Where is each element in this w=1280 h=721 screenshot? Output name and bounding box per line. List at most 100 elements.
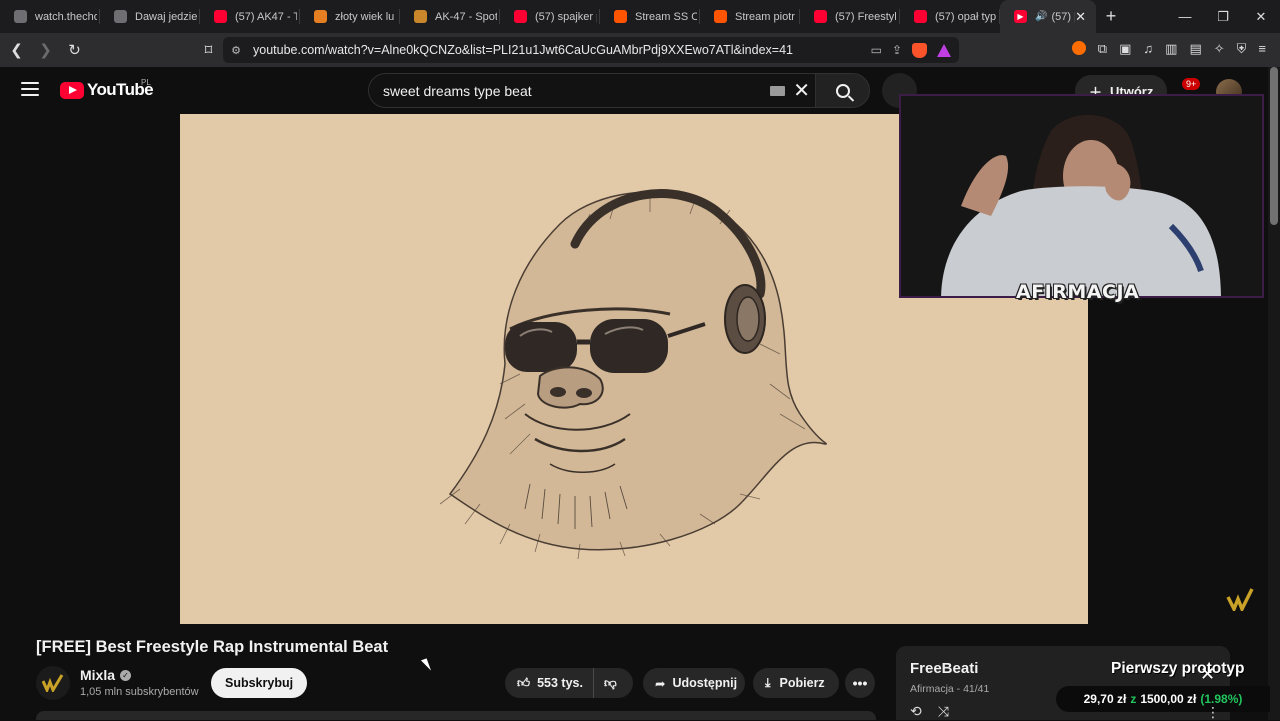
stream-goal-title: Pierwszy prototyp bbox=[1111, 660, 1245, 677]
youtube-icon bbox=[514, 10, 527, 23]
like-count: 553 tys. bbox=[537, 676, 583, 690]
donation-goal: 1500,00 zł bbox=[1140, 692, 1197, 706]
share-icon: ➦ bbox=[655, 676, 666, 691]
browser-tab-label: Stream SS Ol bbox=[635, 10, 697, 23]
media-icon[interactable]: ♫ bbox=[1143, 41, 1153, 57]
channel-watermark-icon[interactable] bbox=[1226, 587, 1254, 611]
more-icon: ••• bbox=[852, 675, 868, 691]
country-code: PL bbox=[141, 78, 151, 87]
browser-tab-label: złoty wiek lu bbox=[335, 10, 395, 23]
search-box[interactable]: sweet dreams type beat ✕ bbox=[368, 73, 816, 108]
soundcloud-icon bbox=[714, 10, 727, 23]
new-tab-button[interactable]: + bbox=[1096, 6, 1126, 27]
leo-ai-icon[interactable]: ✧ bbox=[1214, 41, 1225, 57]
address-bar[interactable]: ⚙ youtube.com/watch?v=Alne0kQCNZo&list=P… bbox=[223, 37, 959, 63]
subscribe-button[interactable]: Subskrybuj bbox=[211, 668, 308, 698]
bookmark-icon[interactable]: ⌑ bbox=[196, 41, 221, 59]
video-title: [FREE] Best Freestyle Rap Instrumental B… bbox=[36, 638, 389, 656]
site-info-icon[interactable]: ⚙ bbox=[223, 44, 249, 57]
page-scrollbar[interactable] bbox=[1268, 67, 1280, 720]
restore-icon[interactable]: ❐ bbox=[1204, 9, 1242, 25]
channel-name[interactable]: Mixla ✓ bbox=[80, 667, 132, 683]
share-label: Udostępnij bbox=[672, 676, 738, 690]
like-button[interactable]: 👍︎ 553 tys. bbox=[505, 668, 594, 698]
tab-active-label: (57) [F bbox=[1051, 10, 1075, 23]
youtube-logo[interactable]: YouTube PL bbox=[60, 78, 154, 100]
extension-orange-icon[interactable] bbox=[1071, 41, 1086, 55]
back-icon[interactable]: ❮ bbox=[4, 41, 29, 59]
youtube-icon bbox=[814, 10, 827, 23]
playlist-title[interactable]: FreeBeati bbox=[910, 660, 978, 677]
more-actions-button[interactable]: ••• bbox=[845, 668, 875, 698]
mixla-logo-icon bbox=[42, 674, 64, 692]
shuffle-icon[interactable]: ⤨ bbox=[938, 703, 949, 720]
vpn-icon[interactable]: ⛨ bbox=[1237, 41, 1247, 57]
playlist-meta: Afirmacja - 41/41 bbox=[910, 683, 990, 695]
browser-tab[interactable]: (57) AK47 - Tr bbox=[200, 0, 300, 33]
clear-search-icon[interactable]: ✕ bbox=[793, 78, 810, 103]
playlist-more-icon[interactable]: ⋮ bbox=[1206, 704, 1220, 721]
search-button[interactable] bbox=[815, 73, 870, 108]
donation-sep: z bbox=[1130, 692, 1137, 706]
forward-icon[interactable]: ❯ bbox=[33, 41, 58, 59]
webcam-person-image bbox=[901, 96, 1262, 296]
minimize-icon[interactable]: — bbox=[1166, 9, 1204, 25]
youtube-icon: ▶ bbox=[1014, 10, 1027, 23]
wallet-icon[interactable]: ▤ bbox=[1189, 41, 1201, 57]
loop-icon[interactable]: ⟲ bbox=[910, 703, 922, 720]
window-close-icon[interactable]: ✕ bbox=[1242, 9, 1280, 25]
menu-icon[interactable]: ≡ bbox=[1258, 41, 1266, 57]
brave-shields-icon[interactable] bbox=[912, 42, 927, 58]
browser-tab-label: (57) opał typ bbox=[935, 10, 997, 23]
browser-tab[interactable]: watch.thecho bbox=[0, 0, 100, 33]
close-tab-icon[interactable]: ✕ bbox=[1075, 9, 1086, 25]
channel-avatar[interactable] bbox=[36, 666, 70, 700]
notifications-badge[interactable]: 9+ bbox=[1182, 78, 1201, 90]
keyboard-icon[interactable] bbox=[770, 86, 785, 96]
browser-tab-label: (57) Freestyle bbox=[835, 10, 897, 23]
reload-icon[interactable]: ↻ bbox=[62, 41, 87, 59]
brave-rewards-icon[interactable] bbox=[937, 43, 951, 57]
browser-tab[interactable]: (57) spajker p bbox=[500, 0, 600, 33]
browser-toolbar: ❮ ❯ ↻ ⌑ ⚙ youtube.com/watch?v=Alne0kQCNZ… bbox=[0, 33, 1280, 67]
browser-tab[interactable]: złoty wiek lu bbox=[300, 0, 400, 33]
collapse-playlist-icon[interactable]: ✕ bbox=[1200, 664, 1215, 685]
hamburger-menu-icon[interactable] bbox=[21, 82, 39, 96]
browser-tab[interactable]: Stream piotr bbox=[700, 0, 800, 33]
sidebar-icon[interactable]: ▥ bbox=[1165, 41, 1177, 57]
scrollbar-thumb[interactable] bbox=[1270, 67, 1278, 225]
browser-tab-label: (57) spajker p bbox=[535, 10, 597, 23]
search-icon bbox=[835, 83, 850, 98]
extension-box-icon[interactable]: ▣ bbox=[1119, 41, 1131, 57]
search-input[interactable]: sweet dreams type beat bbox=[383, 83, 532, 99]
webcam-label: AFIRMACJA bbox=[1016, 281, 1140, 303]
address-url[interactable]: youtube.com/watch?v=Alne0kQCNZo&list=PLI… bbox=[253, 43, 793, 57]
browser-tab[interactable]: AK-47 - Spot bbox=[400, 0, 500, 33]
thumbs-down-icon: 👎︎ bbox=[603, 675, 617, 690]
thumbs-up-icon: 👍︎ bbox=[517, 675, 531, 690]
browser-tab[interactable]: Dawaj jedzie bbox=[100, 0, 200, 33]
share-page-icon[interactable]: ⇪ bbox=[892, 43, 902, 57]
channel-name-text[interactable]: Mixla bbox=[80, 667, 115, 683]
webcam-overlay bbox=[899, 94, 1264, 298]
cast-icon[interactable]: ▭ bbox=[871, 43, 882, 57]
verified-icon: ✓ bbox=[120, 669, 132, 681]
browser-tab[interactable]: Stream SS Ol bbox=[600, 0, 700, 33]
spotify-icon bbox=[414, 10, 427, 23]
duckduckgo-icon bbox=[314, 10, 327, 23]
tab-active[interactable]: ▶ 🔊 (57) [F ✕ bbox=[1000, 0, 1096, 33]
browser-tab[interactable]: (57) opał typ bbox=[900, 0, 1000, 33]
download-label: Pobierz bbox=[779, 676, 825, 690]
share-button[interactable]: ➦ Udostępnij bbox=[643, 668, 745, 698]
mouse-cursor bbox=[420, 658, 432, 673]
extensions-icon[interactable]: ⧉ bbox=[1098, 41, 1107, 57]
browser-tab-label: (57) AK47 - Tr bbox=[235, 10, 297, 23]
donation-current: 29,70 zł bbox=[1083, 692, 1127, 706]
browser-tab-label: Stream piotr bbox=[735, 10, 795, 23]
subscriber-count: 1,05 mln subskrybentów bbox=[80, 686, 199, 698]
description-box[interactable] bbox=[36, 711, 876, 720]
browser-tab[interactable]: (57) Freestyle bbox=[800, 0, 900, 33]
dislike-button[interactable]: 👎︎ bbox=[594, 676, 617, 691]
download-button[interactable]: ⤓ Pobierz bbox=[753, 668, 839, 698]
globe-icon bbox=[14, 10, 27, 23]
